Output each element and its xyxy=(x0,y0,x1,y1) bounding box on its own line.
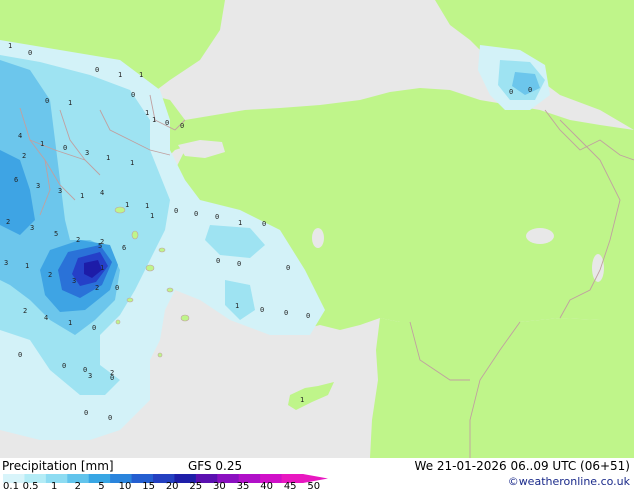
station-value: 1 xyxy=(8,42,12,50)
station-value: 4 xyxy=(44,314,48,322)
station-value: 0 xyxy=(194,210,198,218)
station-value: 2 xyxy=(76,236,80,244)
lake-urmia xyxy=(592,254,604,282)
station-value: 1 xyxy=(100,264,104,272)
map-title: Precipitation [mm] xyxy=(2,459,114,473)
station-value: 1 xyxy=(80,192,84,200)
station-value: 1 xyxy=(238,219,242,227)
station-value: 5 xyxy=(54,230,58,238)
scale-tick-label: 35 xyxy=(236,481,250,492)
station-value: 3 xyxy=(36,182,40,190)
station-value: 0 xyxy=(180,122,184,130)
scale-tick-label: 40 xyxy=(260,481,273,492)
station-value: 6 xyxy=(14,176,18,184)
scale-tick-label: 10 xyxy=(118,481,132,492)
map-footer: Precipitation [mm] GFS 0.25 We 21-01-202… xyxy=(0,458,634,492)
forecast-datetime: We 21-01-2026 06..09 UTC (06+51) xyxy=(414,459,630,473)
station-value: 4 xyxy=(100,189,104,197)
station-value: 0 xyxy=(260,306,264,314)
station-value: 0 xyxy=(306,312,310,320)
station-value: 3 xyxy=(4,259,8,267)
station-value: 0 xyxy=(108,414,112,422)
scale-tick-label: 0.5 xyxy=(22,481,39,492)
station-value: 0 xyxy=(28,49,32,57)
station-value: 4 xyxy=(18,132,22,140)
station-value: 2 xyxy=(23,307,27,315)
station-value: 6 xyxy=(122,244,126,252)
station-value: 1 xyxy=(106,154,110,162)
scale-tick-label: 20 xyxy=(165,481,179,492)
station-value: 1 xyxy=(300,396,304,404)
station-value: 3 xyxy=(85,149,89,157)
station-value: 0 xyxy=(509,88,513,96)
land-levant xyxy=(370,318,634,458)
precipitation-map: 0101 1010 010 1421 03116331 412352 26110 0 03 123… xyxy=(0,0,634,458)
station-value: 1 xyxy=(235,302,239,310)
station-value: 2 xyxy=(110,369,114,377)
scale-tick-label: 25 xyxy=(189,481,203,492)
station-value: 2 xyxy=(48,271,52,279)
station-value: 0 xyxy=(262,220,266,228)
station-value: 0 xyxy=(174,207,178,215)
scale-tick-label: 2 xyxy=(74,481,81,492)
station-value: 1 xyxy=(130,159,134,167)
station-value: 0 xyxy=(62,362,66,370)
scale-tick-label: 1 xyxy=(51,481,58,492)
station-value: 0 xyxy=(63,144,67,152)
station-value: 0 xyxy=(18,351,22,359)
station-value: 0 xyxy=(165,119,169,127)
station-value: 3 xyxy=(72,277,76,285)
model-name: GFS 0.25 xyxy=(188,459,243,473)
station-value: 3 xyxy=(30,224,34,232)
station-value: 1 xyxy=(118,71,122,79)
station-value: 0 xyxy=(528,86,532,94)
station-value: 1 xyxy=(145,202,149,210)
station-value: 1 xyxy=(125,201,129,209)
station-value: 1 xyxy=(145,109,149,117)
credit-link[interactable]: ©weatheronline.co.uk xyxy=(508,475,630,488)
station-value: 0 xyxy=(215,213,219,221)
station-value: 5 xyxy=(98,242,102,250)
station-value: 1 xyxy=(68,99,72,107)
station-value: 3 xyxy=(88,372,92,380)
scale-tick-label: 30 xyxy=(213,481,226,492)
station-value: 0 xyxy=(286,264,290,272)
station-value: 1 xyxy=(68,319,72,327)
scale-tick-label: 0.1 xyxy=(3,481,19,492)
station-value: 1 xyxy=(150,212,154,220)
station-value: 2 xyxy=(22,152,26,160)
scale-tick-label: 45 xyxy=(283,481,297,492)
station-value: 0 xyxy=(131,91,135,99)
station-value: 0 xyxy=(216,257,220,265)
scale-tick-label: 5 xyxy=(98,481,105,492)
lake-tuz xyxy=(312,228,324,248)
scale-tick-label: 50 xyxy=(307,481,321,492)
station-value: 1 xyxy=(152,116,156,124)
station-value: 2 xyxy=(95,284,99,292)
station-value: 1 xyxy=(139,71,143,79)
station-value: 0 xyxy=(83,366,87,374)
station-value: 0 xyxy=(115,284,119,292)
station-value: 0 xyxy=(92,324,96,332)
station-value: 0 xyxy=(45,97,49,105)
station-value: 1 xyxy=(40,140,44,148)
station-value: 0 xyxy=(284,309,288,317)
scale-tick-label: 15 xyxy=(142,481,155,492)
lake-van xyxy=(526,228,554,244)
station-value: 3 xyxy=(58,187,62,195)
station-value: 0 xyxy=(237,260,241,268)
station-value: 0 xyxy=(84,409,88,417)
station-value: 0 xyxy=(95,66,99,74)
station-value: 1 xyxy=(25,262,29,270)
station-value: 2 xyxy=(6,218,10,226)
